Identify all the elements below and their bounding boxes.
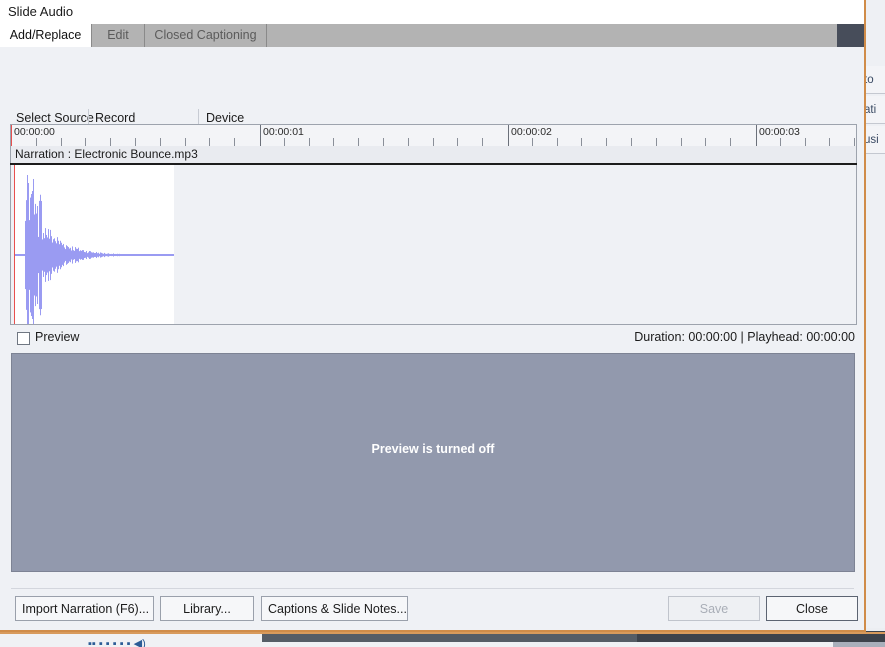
ruler-minor-tick (209, 138, 210, 146)
dialog-title-bar: Slide Audio (0, 0, 864, 24)
save-button[interactable]: Save (668, 596, 760, 621)
ruler-minor-tick (581, 138, 582, 146)
device-group-label: Device (206, 111, 245, 125)
ruler-minor-tick (408, 138, 409, 146)
ruler-tick-label: 00:00:03 (759, 126, 800, 138)
ruler-minor-tick (333, 138, 334, 146)
tab-closed-captioning[interactable]: Closed Captioning (145, 24, 267, 47)
audio-clip[interactable] (14, 165, 174, 324)
background-list-item: usi (863, 126, 885, 154)
ruler-minor-tick (705, 138, 706, 146)
ruler-minor-tick (681, 138, 682, 146)
preview-off-message: Preview is turned off (371, 442, 495, 456)
ruler-minor-tick (606, 138, 607, 146)
background-bottom-label: ▪▪ ▪ ▪ ▪ ▪ ▪ ◀) (88, 638, 146, 647)
duration-playhead-readout: Duration: 00:00:00 | Playhead: 00:00:00 (634, 330, 855, 344)
ruler-minor-tick (829, 138, 830, 146)
preview-panel: Preview is turned off (11, 353, 855, 572)
ruler-minor-tick (557, 138, 558, 146)
waveform-graphic (14, 175, 174, 324)
ruler-minor-tick (309, 138, 310, 146)
preview-checkbox[interactable] (17, 332, 30, 345)
ruler-minor-tick (482, 138, 483, 146)
slide-audio-dialog: Slide Audio Add/Replace Edit Closed Capt… (0, 0, 866, 632)
ruler-minor-tick (532, 138, 533, 146)
ruler-tick-label: 00:00:00 (14, 126, 55, 138)
ruler-minor-tick (110, 138, 111, 146)
close-button[interactable]: Close (766, 596, 858, 621)
ruler-playhead-marker (11, 125, 12, 146)
background-list-item: to (863, 66, 885, 94)
footer-divider (11, 588, 854, 589)
tab-add-replace[interactable]: Add/Replace (0, 24, 92, 47)
ruler-minor-tick (780, 138, 781, 146)
ruler-minor-tick (160, 138, 161, 146)
track-header: Narration : Electronic Bounce.mp3 (10, 146, 857, 163)
captions-slide-notes-button[interactable]: Captions & Slide Notes... (261, 596, 408, 621)
record-group-label: Record (95, 111, 136, 125)
preview-checkbox-label: Preview (35, 330, 80, 344)
ruler-minor-tick (358, 138, 359, 146)
ruler-minor-tick (234, 138, 235, 146)
ruler-minor-tick (433, 138, 434, 146)
waveform-playhead-marker (14, 165, 15, 324)
import-narration-button[interactable]: Import Narration (F6)... (15, 596, 154, 621)
tab-edit[interactable]: Edit (92, 24, 145, 47)
preview-status-row: Preview Duration: 00:00:00 | Playhead: 0… (0, 330, 864, 348)
ruler-minor-tick (383, 138, 384, 146)
timeline-ruler[interactable]: 00:00:00 00:00:01 00:00:02 00:00:03 (10, 124, 857, 146)
ruler-minor-tick (85, 138, 86, 146)
select-source-group-label: Select Source (16, 111, 94, 125)
tab-bar: Add/Replace Edit Closed Captioning (0, 24, 864, 47)
dialog-bottom-accent (0, 632, 885, 634)
ruler-minor-tick (61, 138, 62, 146)
ruler-tick-label: 00:00:02 (511, 126, 552, 138)
page-title: Slide Audio (8, 4, 74, 19)
ruler-tick-label: 00:00:01 (263, 126, 304, 138)
ruler-minor-tick (36, 138, 37, 146)
ruler-minor-tick (284, 138, 285, 146)
ruler-minor-tick (805, 138, 806, 146)
ruler-minor-tick (631, 138, 632, 146)
ruler-minor-tick (854, 138, 855, 146)
ruler-minor-tick (135, 138, 136, 146)
background-list-item: ati (863, 96, 885, 124)
track-name-label: Narration : Electronic Bounce.mp3 (15, 147, 198, 161)
tab-bar-dark-segment (837, 24, 864, 47)
library-button[interactable]: Library... (160, 596, 254, 621)
ruler-minor-tick (457, 138, 458, 146)
ruler-minor-tick (730, 138, 731, 146)
tab-bar-filler (267, 24, 837, 47)
waveform-track-area[interactable] (10, 165, 857, 325)
tab-bar-filler-light (820, 24, 837, 47)
ruler-minor-tick (185, 138, 186, 146)
ruler-minor-tick (656, 138, 657, 146)
audio-toolbar: Select Source Record Device (0, 47, 864, 160)
background-scroll-strip (833, 642, 885, 647)
